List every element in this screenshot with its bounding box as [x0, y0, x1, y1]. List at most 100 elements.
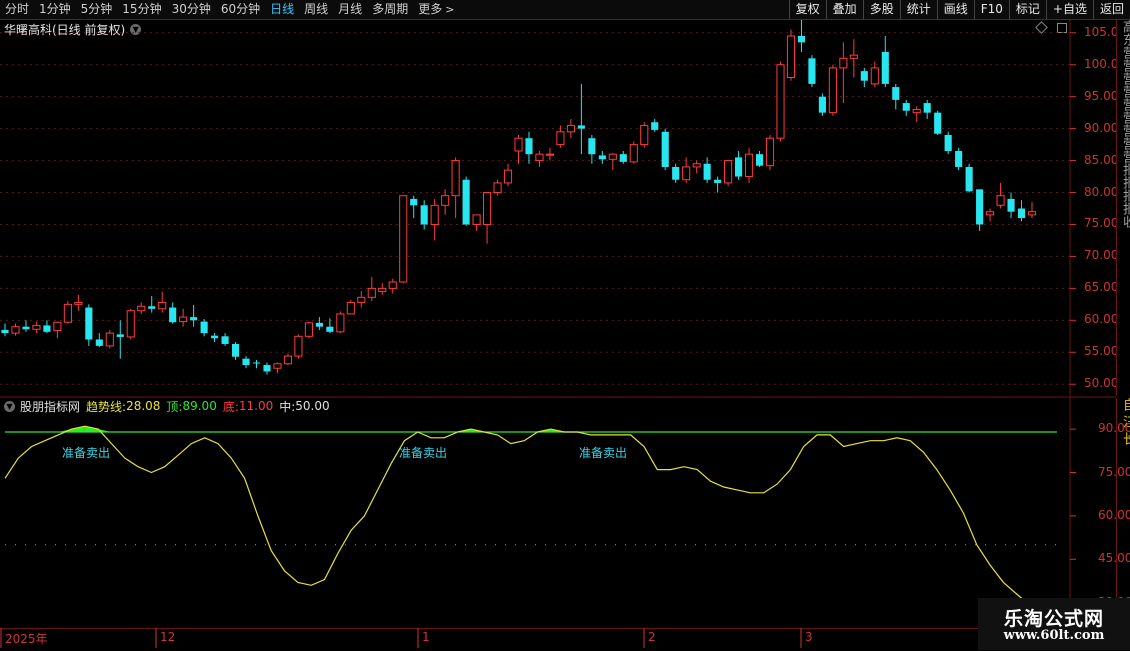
candle-body — [462, 179, 470, 225]
candle-body — [283, 355, 293, 365]
candle-body — [765, 137, 775, 167]
candle-body — [839, 57, 848, 69]
tab-10[interactable]: 更多 > — [413, 0, 459, 19]
candle-body — [849, 54, 858, 59]
candle-body — [410, 198, 418, 206]
tab-label: 5分钟 — [80, 2, 113, 16]
side-info-panel: 高东营营营营营营营营营报报报报收 — [1116, 20, 1130, 396]
tab-0[interactable]: 分时 — [0, 0, 34, 19]
candle-body — [105, 332, 114, 347]
toolbar-button-8[interactable]: 返回 — [1092, 0, 1130, 19]
tab-label: 30分钟 — [171, 2, 211, 16]
watermark: 乐淘公式网 www.60lt.com — [978, 598, 1130, 650]
watermark-title: 乐淘公式网 — [1003, 608, 1104, 630]
candle-body — [95, 339, 103, 346]
indicator-axis-label: 75.00 — [1098, 464, 1130, 479]
candle-body — [870, 67, 879, 85]
price-chart[interactable] — [0, 20, 1116, 398]
tab-label: 1分钟 — [39, 2, 71, 16]
tab-label: 更多 — [418, 2, 443, 16]
toolbar-button-1[interactable]: 叠加 — [825, 0, 863, 19]
tab-4[interactable]: 30分钟 — [167, 0, 216, 19]
candle-body — [828, 67, 837, 114]
candle-body — [336, 313, 345, 333]
tab-label: 15分钟 — [122, 2, 162, 16]
candle-body — [252, 362, 261, 364]
candle-body — [22, 326, 30, 330]
candle-body — [682, 166, 691, 181]
price-axis-label: 50.00 — [1084, 376, 1119, 391]
sell-signal-label: 准备卖出 — [579, 446, 628, 460]
sell-signal-label: 准备卖出 — [399, 446, 448, 460]
candle-body — [714, 179, 722, 183]
candle-body — [934, 112, 942, 134]
candle-body — [263, 365, 271, 372]
chevron-right-icon: > — [445, 3, 455, 16]
price-axis-label: 85.00 — [1084, 152, 1119, 167]
candle-body — [441, 195, 450, 206]
candle-body — [786, 35, 796, 79]
price-axis-label: 65.00 — [1084, 280, 1119, 295]
candle-body — [451, 160, 460, 197]
tab-6[interactable]: 日线 — [265, 0, 299, 19]
candle-body — [744, 153, 754, 178]
toolbar-button-6[interactable]: 标记 — [1008, 0, 1046, 19]
candle-body — [242, 358, 250, 366]
tab-label: 分时 — [5, 2, 30, 16]
candle-body — [514, 137, 523, 152]
candle-body — [566, 124, 575, 133]
tab-1[interactable]: 1分钟 — [34, 0, 76, 19]
candle-body — [996, 195, 1005, 206]
tab-7[interactable]: 周线 — [299, 0, 333, 19]
candle-body — [1017, 208, 1026, 219]
candle-body — [200, 321, 208, 334]
toolbar-button-0[interactable]: 复权 — [788, 0, 826, 19]
toolbar-button-5[interactable]: F10 — [973, 0, 1009, 19]
candle-body — [211, 335, 219, 339]
candle-body — [577, 125, 585, 129]
candle-body — [619, 154, 627, 162]
candle-body — [11, 326, 20, 334]
candle-body — [755, 154, 764, 166]
candle-body — [304, 322, 313, 337]
candle-body — [965, 166, 973, 192]
tab-3[interactable]: 15分钟 — [117, 0, 166, 19]
indicator-axis-label: 90.00 — [1098, 421, 1130, 436]
tab-label: 日线 — [270, 2, 295, 16]
tab-9[interactable]: 多周期 — [367, 0, 413, 19]
toolbar-button-2[interactable]: 多股 — [862, 0, 900, 19]
indicator-chart[interactable] — [0, 398, 1116, 628]
price-axis-label: 100.0 — [1084, 56, 1119, 71]
price-axis-label: 55.00 — [1084, 344, 1119, 359]
candle-body — [388, 281, 397, 289]
candle-body — [640, 124, 649, 146]
candle-body — [692, 163, 701, 168]
candle-body — [588, 138, 596, 155]
price-axis-label: 95.00 — [1084, 88, 1119, 103]
toolbar-button-3[interactable]: 统计 — [899, 0, 937, 19]
candle-body — [776, 64, 785, 139]
tab-2[interactable]: 5分钟 — [76, 0, 118, 19]
candle-body — [273, 363, 282, 369]
tab-label: 60分钟 — [220, 2, 261, 16]
toolbar-button-7[interactable]: +自选 — [1045, 0, 1093, 19]
candle-body — [1027, 211, 1037, 216]
tab-5[interactable]: 60分钟 — [216, 0, 265, 19]
candle-body — [315, 322, 323, 327]
price-axis-label: 70.00 — [1084, 248, 1119, 263]
candle-body — [818, 96, 826, 113]
candle-body — [32, 324, 41, 330]
toolbar-button-4[interactable]: 画线 — [936, 0, 974, 19]
candle-body — [1007, 198, 1015, 212]
candle-body — [63, 303, 72, 323]
tab-8[interactable]: 月线 — [333, 0, 367, 19]
candle-body — [482, 192, 492, 225]
candle-body — [525, 138, 533, 155]
candle-body — [703, 163, 711, 180]
date-ticks — [0, 628, 802, 648]
candle-body — [923, 103, 931, 113]
candle-body — [902, 103, 910, 111]
candle-body — [179, 316, 188, 323]
candle-body — [357, 296, 366, 303]
sell-signal-label: 准备卖出 — [62, 446, 111, 460]
